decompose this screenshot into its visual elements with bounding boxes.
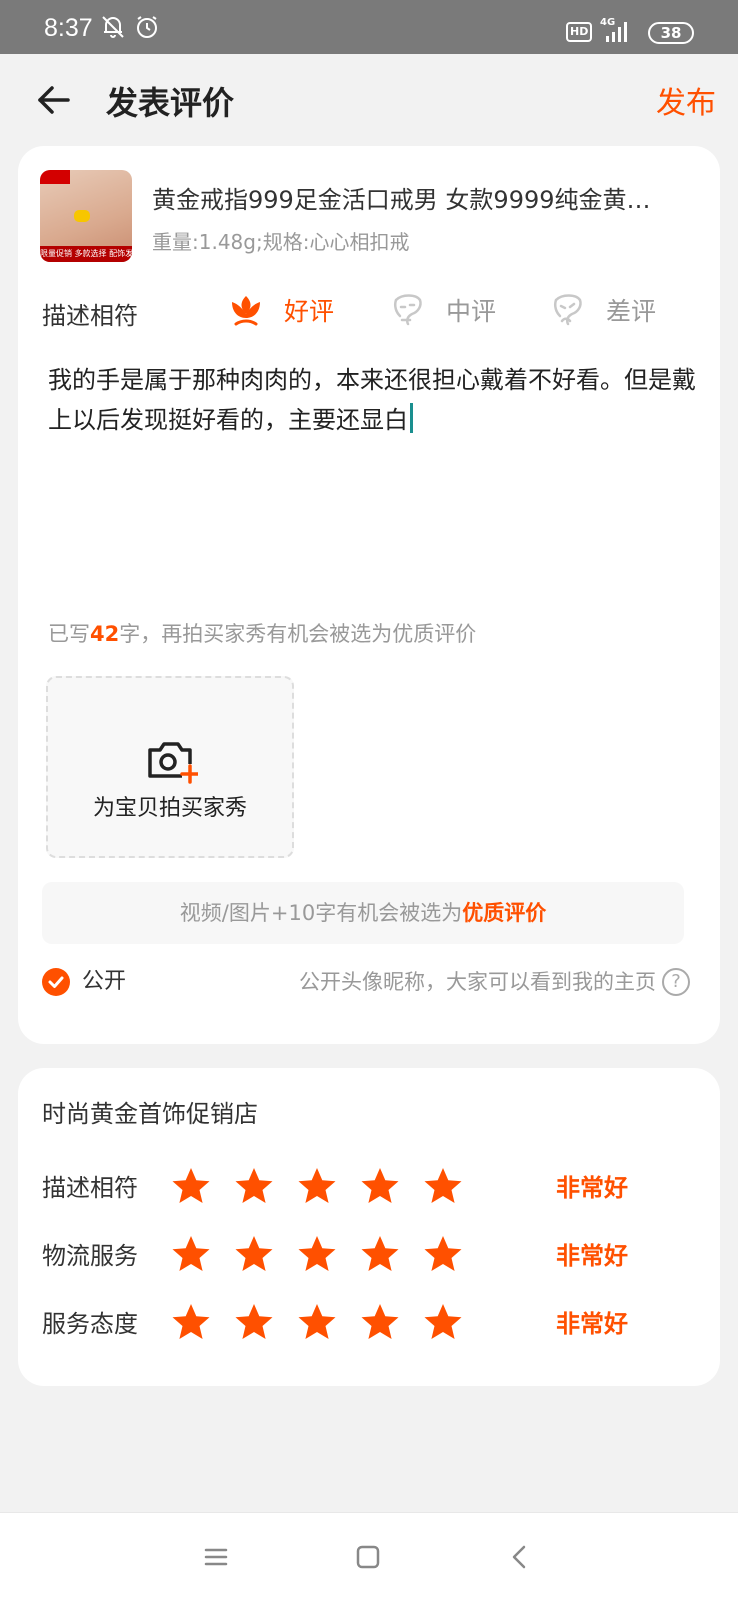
rating-bad-label: 差评 [606,297,657,326]
neutral-face-icon [393,294,422,326]
status-bar: 8:37 HD 4G 38 [0,0,738,54]
checkmark-icon [48,976,64,988]
star-icon[interactable] [359,1166,401,1206]
add-photo-label: 为宝贝拍买家秀 [92,796,247,821]
rating-good-label: 好评 [284,297,335,326]
star-icon[interactable] [296,1234,338,1274]
product-image: 限量促销 多款选择 配饰发票 [40,170,132,262]
rating-neutral-label: 中评 [446,297,497,326]
help-icon[interactable]: ? [662,968,690,996]
public-toggle-row: 公开 公开头像昵称，大家可以看到我的主页 ? [42,968,690,998]
word-count-hint: 已写42字，再拍买家秀有机会被选为优质评价 [48,618,476,648]
shop-rating-card: 时尚黄金首饰促销店 描述相符 非常好 物流服务 非常好 服务态度 非常好 [18,1068,720,1386]
publish-button[interactable]: 发布 [656,78,716,122]
star-icon[interactable] [422,1302,464,1342]
back-arrow-icon[interactable] [34,80,74,120]
star-icon[interactable] [233,1234,275,1274]
status-time: 8:37 [44,14,93,42]
header: 发表评价 发布 [0,54,738,146]
add-photo-button[interactable]: 为宝贝拍买家秀 [46,676,294,858]
battery-indicator: 38 [648,22,694,44]
flower-icon [232,296,260,326]
tip-text: 视频/图片+10字有机会被选为 [179,901,463,925]
score-word: 非常好 [556,1310,628,1338]
quality-review-tip: 视频/图片+10字有机会被选为优质评价 [42,882,684,944]
alarm-icon [137,16,157,38]
page-title: 发表评价 [106,84,235,122]
star-icon[interactable] [422,1166,464,1206]
score-word: 非常好 [556,1242,628,1270]
star-rating[interactable] [170,1234,485,1274]
public-description: 公开头像昵称，大家可以看到我的主页 [299,970,656,994]
signal-icon [606,22,627,42]
star-icon[interactable] [233,1302,275,1342]
score-label: 描述相符 [42,1174,138,1202]
star-icon[interactable] [170,1234,212,1274]
star-rating[interactable] [170,1302,485,1342]
star-icon[interactable] [296,1302,338,1342]
mute-bell-icon [102,16,124,38]
tip-highlight: 优质评价 [462,901,547,925]
count-suffix: 字，再拍买家秀有机会被选为优质评价 [119,622,477,646]
star-icon[interactable] [233,1166,275,1206]
text-cursor [410,403,413,433]
hd-badge: HD [566,22,593,42]
rating-label: 描述相符 [42,302,138,330]
star-icon[interactable] [170,1302,212,1342]
star-icon[interactable] [170,1166,212,1206]
rating-neutral[interactable]: 中评 [388,288,496,332]
review-textarea[interactable]: 我的手是属于那种肉肉的，本来还很担心戴着不好看。但是戴上以后发现挺好看的，主要还… [48,360,698,440]
home-icon[interactable] [354,1543,382,1571]
shop-name: 时尚黄金首饰促销店 [42,1100,258,1128]
back-icon[interactable] [506,1543,534,1571]
review-text: 我的手是属于那种肉肉的，本来还很担心戴着不好看。但是戴上以后发现挺好看的，主要还… [48,366,696,434]
star-icon[interactable] [422,1234,464,1274]
public-checkbox[interactable] [42,968,70,996]
system-nav-bar [0,1512,738,1600]
count-prefix: 已写 [48,622,90,646]
product-title: 黄金戒指999足金活口戒男 女款9999纯金黄… [152,186,651,214]
score-label: 物流服务 [42,1242,138,1270]
sad-face-icon [553,294,582,326]
score-row-logistics: 物流服务 非常好 [42,1234,702,1274]
menu-icon[interactable] [202,1543,230,1571]
public-label: 公开 [82,969,127,994]
product-spec: 重量:1.48g;规格:心心相扣戒 [152,230,410,254]
score-row-description: 描述相符 非常好 [42,1166,702,1206]
score-row-service: 服务态度 非常好 [42,1302,702,1342]
review-card: 限量促销 多款选择 配饰发票 黄金戒指999足金活口戒男 女款9999纯金黄… … [18,146,720,1044]
score-word: 非常好 [556,1174,628,1202]
star-rating[interactable] [170,1166,485,1206]
score-label: 服务态度 [42,1310,138,1338]
star-icon[interactable] [296,1166,338,1206]
star-icon[interactable] [359,1234,401,1274]
star-icon[interactable] [359,1302,401,1342]
rating-good[interactable]: 好评 [226,288,334,332]
camera-add-icon [148,742,198,784]
product-image-tag: 限量促销 多款选择 配饰发票 [40,246,132,262]
word-count: 42 [90,622,120,646]
promo-corner [40,170,70,184]
ring-thumbnail [74,210,90,222]
rating-bad[interactable]: 差评 [548,288,656,332]
